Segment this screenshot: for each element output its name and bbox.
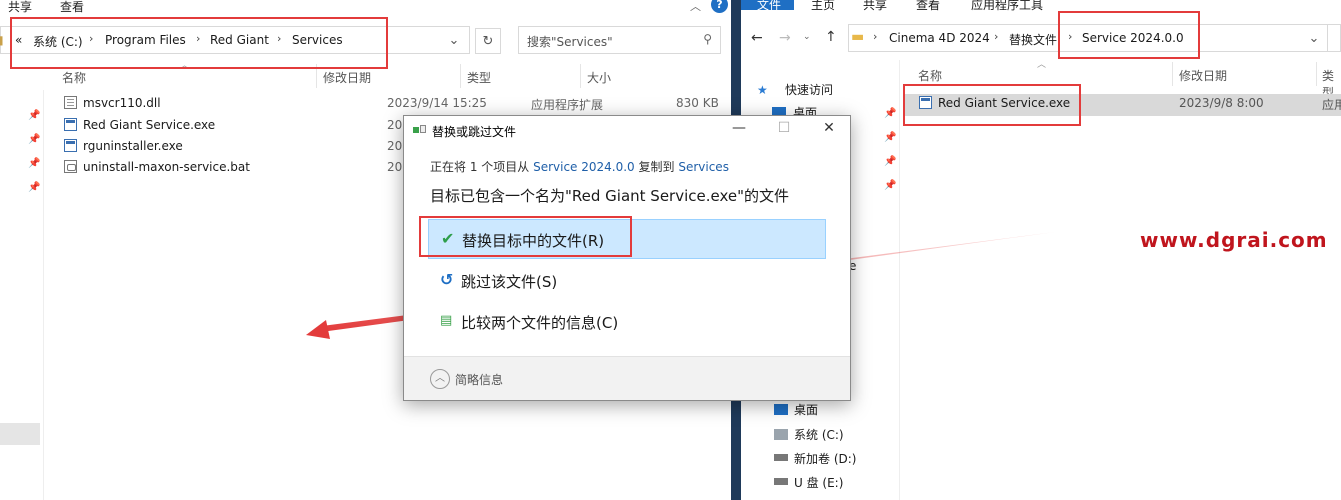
skip-file-option[interactable]: ↺ 跳过该文件(S) bbox=[428, 261, 826, 301]
skip-file-label: 跳过该文件(S) bbox=[461, 273, 558, 291]
compare-files-option[interactable]: ▤ 比较两个文件的信息(C) bbox=[428, 302, 826, 342]
compare-files-label: 比较两个文件的信息(C) bbox=[461, 314, 619, 332]
copy-icon bbox=[413, 124, 427, 136]
annotation-box-replace-option bbox=[419, 216, 632, 257]
copy-status-prefix: 正在将 1 个项目从 bbox=[430, 160, 534, 174]
minimize-icon[interactable]: — bbox=[725, 120, 753, 136]
source-folder-link[interactable]: Service 2024.0.0 bbox=[533, 160, 635, 174]
dialog-title: 替换或跳过文件 bbox=[432, 125, 517, 139]
fewer-details-link[interactable]: 简略信息 bbox=[455, 371, 503, 388]
replace-or-skip-dialog: 替换或跳过文件 — ☐ ✕ 正在将 1 个项目从 Service 2024.0.… bbox=[403, 115, 851, 401]
copy-status-line: 正在将 1 个项目从 Service 2024.0.0 复制到 Services bbox=[430, 158, 729, 175]
dest-folder-link[interactable]: Services bbox=[678, 160, 729, 174]
dialog-footer: ︿ 简略信息 bbox=[404, 356, 850, 400]
maximize-icon[interactable]: ☐ bbox=[770, 120, 798, 136]
arrow-head bbox=[306, 320, 330, 339]
chevron-up-circle-icon[interactable]: ︿ bbox=[430, 369, 450, 389]
compare-icon: ▤ bbox=[440, 313, 453, 328]
conflict-message: 目标已包含一个名为"Red Giant Service.exe"的文件 bbox=[430, 187, 790, 205]
close-icon[interactable]: ✕ bbox=[815, 120, 843, 136]
copy-status-mid: 复制到 bbox=[634, 160, 679, 174]
skip-arrow-icon: ↺ bbox=[440, 270, 454, 289]
